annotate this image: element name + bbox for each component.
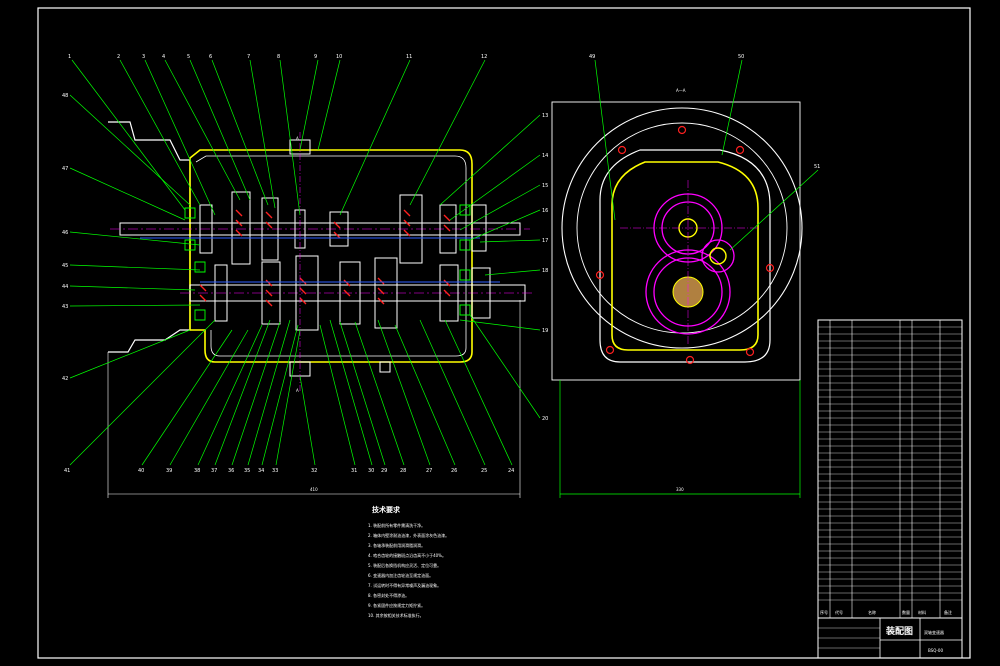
notes-title: 技术要求 bbox=[372, 505, 401, 514]
section-frame bbox=[551, 101, 801, 381]
col-header-qty: 数量 bbox=[902, 609, 910, 615]
note-line-3: 3. 各轴承装配前用润滑脂润滑。 bbox=[368, 542, 425, 548]
col-header-note: 备注 bbox=[944, 609, 952, 615]
balloon-7: 7 bbox=[247, 54, 250, 60]
balloon-8: 8 bbox=[277, 54, 280, 60]
balloon-35: 35 bbox=[244, 468, 250, 474]
cad-drawing-sheet: 410 A A 1 2 3 4 5 6 7 8 9 10 11 12 13 14… bbox=[0, 0, 1000, 666]
balloon-50: 50 bbox=[738, 54, 744, 60]
upper-gear-set bbox=[199, 191, 457, 265]
drawing-name: 装配图 bbox=[885, 625, 913, 637]
balloon-26: 26 bbox=[451, 468, 457, 474]
balloon-9: 9 bbox=[314, 54, 317, 60]
balloon-5: 5 bbox=[187, 54, 190, 60]
balloon-13: 13 bbox=[542, 113, 548, 119]
note-line-4: 4. 啮合齿轮的接触斑点沿齿高不小于40%。 bbox=[368, 552, 446, 558]
gear-section-hatch bbox=[199, 209, 451, 307]
technical-notes: 技术要求 1. 装配前所有零件需清洗干净。 2. 箱体内壁涂耐油油漆，外表面涂灰… bbox=[368, 505, 449, 618]
balloon-34: 34 bbox=[258, 468, 264, 474]
leader-lines bbox=[69, 59, 541, 466]
bearings bbox=[184, 204, 471, 321]
balloon-51: 51 bbox=[814, 164, 820, 170]
balloon-47: 47 bbox=[62, 166, 68, 172]
drain-plug bbox=[379, 361, 391, 373]
gearbox-case-inner bbox=[195, 155, 467, 357]
note-line-9: 9. 各紧固件应按规定力矩拧紧。 bbox=[368, 602, 425, 608]
balloon-4: 4 bbox=[162, 54, 165, 60]
balloon-48: 48 bbox=[62, 93, 68, 99]
balloon-27: 27 bbox=[426, 468, 432, 474]
balloon-40: 40 bbox=[138, 468, 144, 474]
balloon-43: 43 bbox=[62, 304, 68, 310]
title-block: 装配图 双轴变速器 BSQ-00 bbox=[817, 617, 963, 659]
balloon-15: 15 bbox=[542, 183, 548, 189]
balloon-1: 1 bbox=[68, 54, 71, 60]
main-section-view: 410 A A bbox=[107, 121, 535, 498]
note-line-1: 1. 装配前所有零件需清洗干净。 bbox=[368, 522, 425, 528]
dim-left-value: 410 bbox=[310, 487, 318, 492]
parts-list-table: 序号 代号 名称 数量 材料 备注 bbox=[817, 319, 963, 619]
balloon-12: 12 bbox=[481, 54, 487, 60]
balloon-45: 45 bbox=[62, 263, 68, 269]
input-end-cap bbox=[471, 204, 487, 252]
balloon-32: 32 bbox=[311, 468, 317, 474]
idler-shaft-section bbox=[709, 247, 727, 265]
balloon-44: 44 bbox=[62, 284, 68, 290]
product-name: 双轴变速器 bbox=[924, 629, 944, 635]
col-header-no: 序号 bbox=[820, 609, 828, 615]
balloon-10: 10 bbox=[336, 54, 342, 60]
balloon-33: 33 bbox=[272, 468, 278, 474]
col-header-code: 代号 bbox=[835, 609, 843, 615]
dim-right-value: 330 bbox=[676, 487, 684, 492]
balloon-19: 19 bbox=[542, 328, 548, 334]
balloon-31: 31 bbox=[351, 468, 357, 474]
balloon-29: 29 bbox=[381, 468, 387, 474]
note-line-2: 2. 箱体内壁涂耐油油漆，外表面涂灰色油漆。 bbox=[368, 532, 449, 538]
balloon-24: 24 bbox=[508, 468, 514, 474]
balloon-6: 6 bbox=[209, 54, 212, 60]
balloon-20: 20 bbox=[542, 416, 548, 422]
balloon-41: 41 bbox=[64, 468, 70, 474]
balloon-labels: 1 2 3 4 5 6 7 8 9 10 11 12 13 14 15 16 1… bbox=[62, 54, 548, 474]
balloon-28: 28 bbox=[400, 468, 406, 474]
balloon-36: 36 bbox=[228, 468, 234, 474]
section-label: A—A bbox=[676, 88, 686, 93]
balloon-14: 14 bbox=[542, 153, 548, 159]
balloon-25: 25 bbox=[481, 468, 487, 474]
balloon-11: 11 bbox=[406, 54, 412, 60]
balloon-42: 42 bbox=[62, 376, 68, 382]
note-line-6: 6. 变速器内加注齿轮油至规定油面。 bbox=[368, 572, 433, 578]
balloon-38: 38 bbox=[194, 468, 200, 474]
balloon-16: 16 bbox=[542, 208, 548, 214]
balloon-17: 17 bbox=[542, 238, 548, 244]
col-header-name: 名称 bbox=[868, 609, 876, 615]
balloon-2: 2 bbox=[117, 54, 120, 60]
balloon-18: 18 bbox=[542, 268, 548, 274]
section-marker-top: A bbox=[296, 136, 299, 141]
note-line-5: 5. 装配后各换挡机构应灵活、定位可靠。 bbox=[368, 562, 441, 568]
note-line-8: 8. 各密封处不得渗油。 bbox=[368, 592, 409, 598]
balloon-39: 39 bbox=[166, 468, 172, 474]
balloon-30: 30 bbox=[368, 468, 374, 474]
balloon-37: 37 bbox=[211, 468, 217, 474]
drawing-number: BSQ-00 bbox=[928, 648, 943, 653]
note-line-10: 10. 其余按相关技术标准执行。 bbox=[368, 612, 424, 618]
note-line-7: 7. 试运转时不得有异常噪声及漏油现象。 bbox=[368, 582, 441, 588]
balloon-46: 46 bbox=[62, 230, 68, 236]
section-a-a-view: A—A 49 50 51 330 bbox=[551, 54, 820, 498]
balloon-3: 3 bbox=[142, 54, 145, 60]
balloon-49: 49 bbox=[589, 54, 595, 60]
section-marker-bottom: A bbox=[296, 388, 299, 393]
col-header-material: 材料 bbox=[918, 609, 926, 615]
